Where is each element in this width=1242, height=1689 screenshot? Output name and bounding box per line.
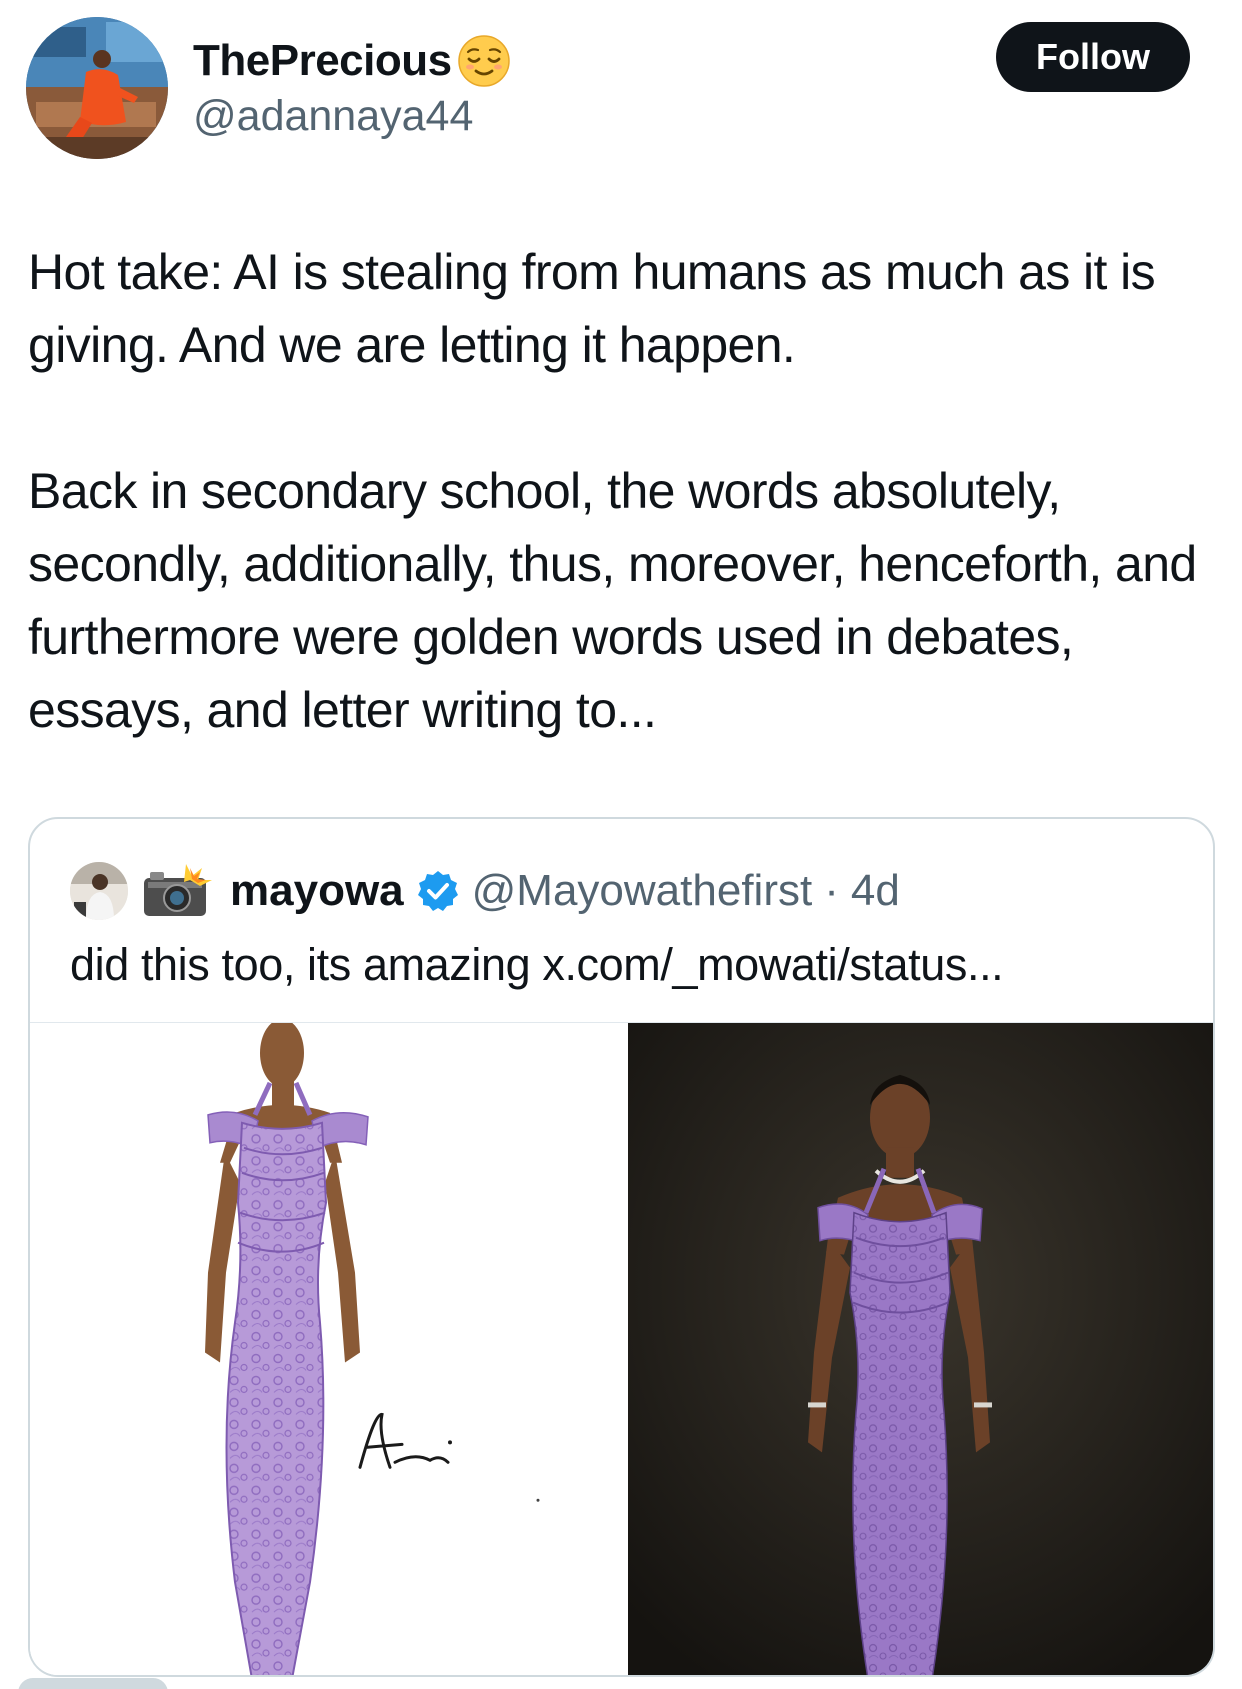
author-handle[interactable]: @adannaya44: [193, 92, 473, 141]
author-name-row: ThePrecious: [193, 30, 512, 92]
tweet-page: ThePrecious @adannaya44 Follow Hot take:…: [0, 0, 1242, 1689]
quoted-author-avatar-image: [70, 862, 128, 920]
quoted-author-avatar[interactable]: [70, 862, 128, 920]
next-item-peek: [18, 1678, 168, 1689]
ai-render-model-photo: [628, 1023, 1213, 1675]
author-avatar[interactable]: [26, 17, 168, 159]
author-avatar-image: [26, 17, 168, 159]
quoted-author-name[interactable]: mayowa: [230, 866, 404, 916]
ai-render-image[interactable]: [628, 1023, 1213, 1675]
quoted-author-handle[interactable]: @Mayowathefirst: [472, 866, 813, 916]
meta-separator: ·: [824, 866, 839, 915]
fashion-sketch-image[interactable]: [30, 1023, 628, 1675]
camera-with-flash-emoji-icon: [140, 862, 214, 920]
tweet-paragraph: Back in secondary school, the words abso…: [28, 463, 1197, 738]
quoted-tweet-header: mayowa @Mayowathefirst · 4d: [70, 861, 900, 921]
quoted-tweet-text: did this too, its amazing x.com/_mowati/…: [70, 939, 1004, 990]
quoted-tweet-age[interactable]: 4d: [851, 866, 900, 916]
verified-badge-icon: [417, 871, 458, 911]
follow-button[interactable]: Follow: [996, 22, 1190, 92]
author-display-name[interactable]: ThePrecious: [193, 36, 452, 86]
tweet-text: Hot take: AI is stealing from humans as …: [28, 236, 1218, 747]
tweet-paragraph: Hot take: AI is stealing from humans as …: [28, 244, 1156, 373]
relieved-face-emoji-icon: [457, 35, 510, 87]
quoted-tweet-media: [30, 1022, 1213, 1675]
quoted-tweet-card[interactable]: mayowa @Mayowathefirst · 4d did this too…: [28, 817, 1215, 1677]
fashion-sketch-illustration: [30, 1023, 628, 1675]
